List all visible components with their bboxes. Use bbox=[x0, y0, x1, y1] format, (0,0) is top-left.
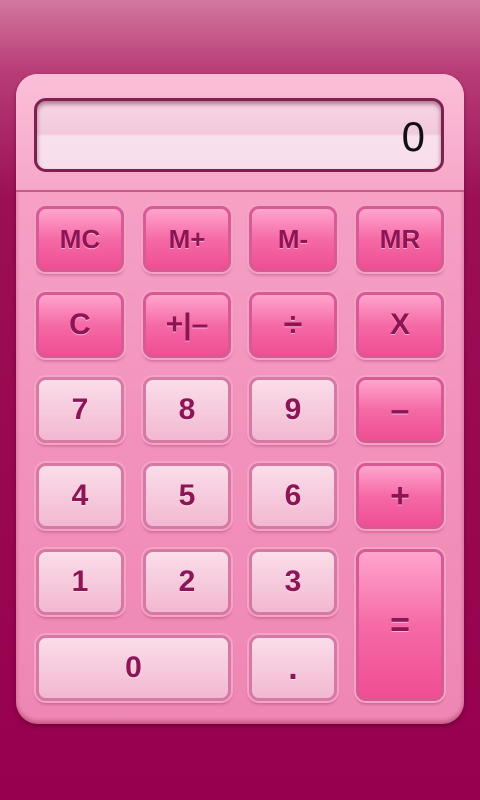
decimal-button[interactable]: . bbox=[249, 635, 337, 701]
digit-0-button[interactable]: 0 bbox=[36, 635, 231, 701]
clear-label: C bbox=[69, 308, 91, 341]
mc-label: MC bbox=[59, 223, 101, 254]
mc-button[interactable]: MC bbox=[36, 206, 124, 272]
multiply-button[interactable]: X bbox=[356, 292, 444, 358]
digit-7-label: 7 bbox=[71, 393, 89, 426]
digit-6-label: 6 bbox=[284, 479, 302, 512]
m-minus-label: M- bbox=[277, 223, 309, 254]
plus-label: + bbox=[390, 476, 410, 515]
equals-button[interactable]: = bbox=[356, 549, 444, 701]
digit-4-label: 4 bbox=[71, 479, 89, 512]
digit-1-button[interactable]: 1 bbox=[36, 549, 124, 615]
decimal-label: . bbox=[288, 648, 298, 687]
digit-4-button[interactable]: 4 bbox=[36, 463, 124, 529]
digit-2-button[interactable]: 2 bbox=[143, 549, 231, 615]
digit-9-button[interactable]: 9 bbox=[249, 377, 337, 443]
digit-5-label: 5 bbox=[178, 479, 196, 512]
digit-7-button[interactable]: 7 bbox=[36, 377, 124, 443]
digit-0-label: 0 bbox=[125, 651, 142, 684]
digit-3-button[interactable]: 3 bbox=[249, 549, 337, 615]
sign-toggle-label: +|– bbox=[165, 308, 209, 341]
divide-label: ÷ bbox=[283, 305, 303, 344]
clear-button[interactable]: C bbox=[36, 292, 124, 358]
digit-8-label: 8 bbox=[178, 393, 196, 426]
plus-button[interactable]: + bbox=[356, 463, 444, 529]
mr-button[interactable]: MR bbox=[356, 206, 444, 272]
display-screen: 0 bbox=[34, 98, 444, 172]
m-plus-label: M+ bbox=[168, 223, 206, 254]
digit-2-label: 2 bbox=[178, 565, 196, 598]
minus-label: – bbox=[390, 390, 410, 429]
digit-1-label: 1 bbox=[71, 565, 89, 598]
digit-3-label: 3 bbox=[284, 565, 302, 598]
digit-9-label: 9 bbox=[284, 393, 302, 426]
equals-label: = bbox=[390, 605, 410, 644]
m-plus-button[interactable]: M+ bbox=[143, 206, 231, 272]
minus-button[interactable]: – bbox=[356, 377, 444, 443]
digit-8-button[interactable]: 8 bbox=[143, 377, 231, 443]
m-minus-button[interactable]: M- bbox=[249, 206, 337, 272]
digit-6-button[interactable]: 6 bbox=[249, 463, 337, 529]
digit-5-button[interactable]: 5 bbox=[143, 463, 231, 529]
display-value: 0 bbox=[401, 113, 425, 160]
divide-button[interactable]: ÷ bbox=[249, 292, 337, 358]
sign-toggle-button[interactable]: +|– bbox=[143, 292, 231, 358]
multiply-label: X bbox=[389, 308, 410, 341]
mr-label: MR bbox=[379, 223, 421, 254]
display-panel: 0 bbox=[16, 74, 464, 192]
